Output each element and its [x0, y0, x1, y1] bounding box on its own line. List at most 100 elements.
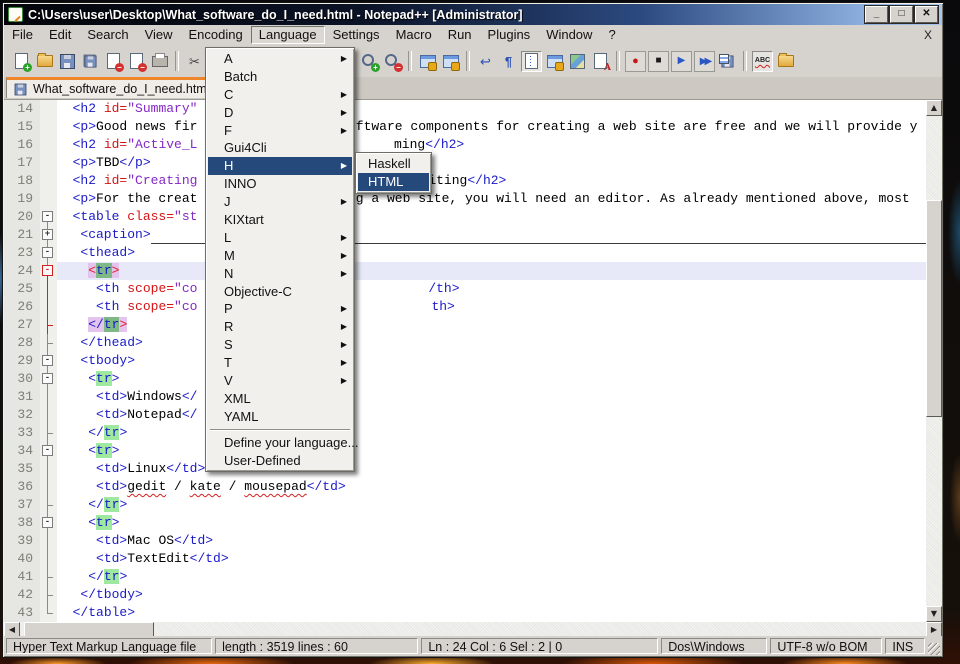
status-panel-eol-format[interactable]: Dos\Windows: [661, 638, 767, 654]
close-document-x[interactable]: X: [924, 28, 932, 42]
code-line[interactable]: <td>Notepad</: [57, 406, 926, 424]
code-line[interactable]: <th scope="coth>: [57, 298, 926, 316]
code-line[interactable]: <td>Mac OS</td>: [57, 532, 926, 550]
resize-grip[interactable]: [928, 643, 940, 655]
language-menu-item-a[interactable]: A▶: [208, 50, 352, 68]
scroll-up-arrow-icon[interactable]: ▲: [926, 100, 942, 116]
code-line[interactable]: <td>Linux</td>: [57, 460, 926, 478]
close-file-icon[interactable]: −: [103, 51, 124, 72]
menubar-item-edit[interactable]: Edit: [41, 26, 79, 44]
macro-save-icon[interactable]: [717, 51, 738, 72]
language-menu-item-h[interactable]: H▶: [208, 157, 352, 175]
language-menu-item-c[interactable]: C▶: [208, 86, 352, 104]
fold-toggle-box[interactable]: -: [40, 370, 57, 388]
fold-toggle-box[interactable]: +: [40, 226, 57, 244]
code-line[interactable]: <p>Good news firftware components for cr…: [57, 118, 926, 136]
language-menu-item-t[interactable]: T▶: [208, 354, 352, 372]
spell-check-icon[interactable]: ABC: [752, 51, 773, 72]
sync-vertical-icon[interactable]: [417, 51, 438, 72]
code-line[interactable]: </tr>: [57, 568, 926, 586]
code-line[interactable]: </thead>: [57, 334, 926, 352]
code-line[interactable]: </tr>: [57, 424, 926, 442]
code-line[interactable]: <h2 id="Creatingiting</h2>: [57, 172, 926, 190]
vertical-scroll-thumb[interactable]: [926, 200, 942, 417]
code-line[interactable]: <p>For the creatg a web site, you will n…: [57, 190, 926, 208]
minimize-button[interactable]: _: [865, 6, 888, 23]
language-menu-item-xml[interactable]: XML: [208, 390, 352, 408]
save-file-icon[interactable]: [57, 51, 78, 72]
zoom-in-icon[interactable]: +: [359, 51, 380, 72]
indent-guide-icon[interactable]: [521, 51, 542, 72]
code-line[interactable]: <h2 id="Active_Lming</h2>: [57, 136, 926, 154]
function-list-icon[interactable]: A: [590, 51, 611, 72]
code-line[interactable]: <p>TBD</p>: [57, 154, 926, 172]
document-map-icon[interactable]: [567, 51, 588, 72]
fold-toggle-box[interactable]: -: [40, 262, 57, 280]
code-line[interactable]: <thead>: [57, 244, 926, 262]
language-menu-item-r[interactable]: R▶: [208, 318, 352, 336]
code-line[interactable]: <table class="st: [57, 208, 926, 226]
save-all-icon[interactable]: [80, 51, 101, 72]
code-line[interactable]: <h2 id="Summary": [57, 100, 926, 118]
zoom-out-icon[interactable]: −: [382, 51, 403, 72]
language-menu-item-s[interactable]: S▶: [208, 336, 352, 354]
title-bar[interactable]: C:\Users\user\Desktop\What_software_do_I…: [4, 4, 942, 25]
menubar-item-file[interactable]: File: [4, 26, 41, 44]
menubar-item-plugins[interactable]: Plugins: [480, 26, 539, 44]
code-line[interactable]: </tbody>: [57, 586, 926, 604]
h-submenu-item-haskell[interactable]: Haskell: [358, 155, 429, 173]
code-line[interactable]: <tbody>: [57, 352, 926, 370]
language-menu-item-inno[interactable]: INNO: [208, 175, 352, 193]
status-panel-insert-mode[interactable]: INS: [885, 638, 925, 654]
macro-record-icon[interactable]: ●: [625, 51, 646, 72]
code-line[interactable]: <tr>: [57, 514, 926, 532]
fold-toggle-box[interactable]: -: [40, 208, 57, 226]
macro-run-multiple-icon[interactable]: ▶▶: [694, 51, 715, 72]
menubar-item-encoding[interactable]: Encoding: [181, 26, 251, 44]
user-define-dialog-icon[interactable]: [544, 51, 565, 72]
scroll-down-arrow-icon[interactable]: ▼: [926, 606, 942, 622]
tab-active-document[interactable]: What_software_do_I_need.html ✕: [6, 77, 236, 98]
language-menu-item-batch[interactable]: Batch: [208, 68, 352, 86]
code-line[interactable]: </table>: [57, 604, 926, 622]
document-switcher-icon[interactable]: [775, 51, 796, 72]
code-line-current[interactable]: <tr>: [57, 262, 926, 280]
fold-toggle-box[interactable]: -: [40, 244, 57, 262]
word-wrap-icon[interactable]: ↩: [475, 51, 496, 72]
code-line[interactable]: <tr>: [57, 442, 926, 460]
code-line[interactable]: </tr>: [57, 316, 926, 334]
language-menu-item-j[interactable]: J▶: [208, 193, 352, 211]
code-line[interactable]: <td>TextEdit</td>: [57, 550, 926, 568]
language-menu-item-n[interactable]: N▶: [208, 265, 352, 283]
code-line[interactable]: </tr>: [57, 496, 926, 514]
fold-toggle-box[interactable]: -: [40, 514, 57, 532]
language-menu-item-l[interactable]: L▶: [208, 229, 352, 247]
print-icon[interactable]: [149, 51, 170, 72]
macro-play-icon[interactable]: ▶: [671, 51, 692, 72]
editor-area[interactable]: 1415161718192021232425262728293031323334…: [4, 99, 942, 638]
new-file-icon[interactable]: +: [11, 51, 32, 72]
menubar-item-search[interactable]: Search: [79, 26, 136, 44]
language-menu-item-gui4cli[interactable]: Gui4Cli: [208, 139, 352, 157]
code-text-area[interactable]: <h2 id="Summary" <p>Good news firftware …: [57, 100, 926, 622]
menubar-item-view[interactable]: View: [137, 26, 181, 44]
language-menu-item-m[interactable]: M▶: [208, 247, 352, 265]
menubar-item-help[interactable]: ?: [600, 26, 623, 44]
close-button[interactable]: ✕: [915, 6, 938, 23]
language-menu-item-yaml[interactable]: YAML: [208, 408, 352, 426]
language-menu-item-user-defined[interactable]: User-Defined: [208, 452, 352, 470]
language-menu-item-v[interactable]: V▶: [208, 372, 352, 390]
sync-horizontal-icon[interactable]: [440, 51, 461, 72]
language-menu-item-objective-c[interactable]: Objective-C: [208, 283, 352, 301]
fold-toggle-box[interactable]: -: [40, 352, 57, 370]
code-line[interactable]: <td>Windows</: [57, 388, 926, 406]
menubar-item-window[interactable]: Window: [538, 26, 600, 44]
show-all-characters-icon[interactable]: ¶: [498, 51, 519, 72]
code-line[interactable]: <td>gedit / kate / mousepad</td>: [57, 478, 926, 496]
vertical-scrollbar[interactable]: ▲ ▼: [926, 100, 942, 622]
menubar-item-run[interactable]: Run: [440, 26, 480, 44]
language-menu-item-define-your-language[interactable]: Define your language...: [208, 434, 352, 452]
open-file-icon[interactable]: [34, 51, 55, 72]
language-menu-item-p[interactable]: P▶: [208, 300, 352, 318]
language-menu-item-f[interactable]: F▶: [208, 122, 352, 140]
